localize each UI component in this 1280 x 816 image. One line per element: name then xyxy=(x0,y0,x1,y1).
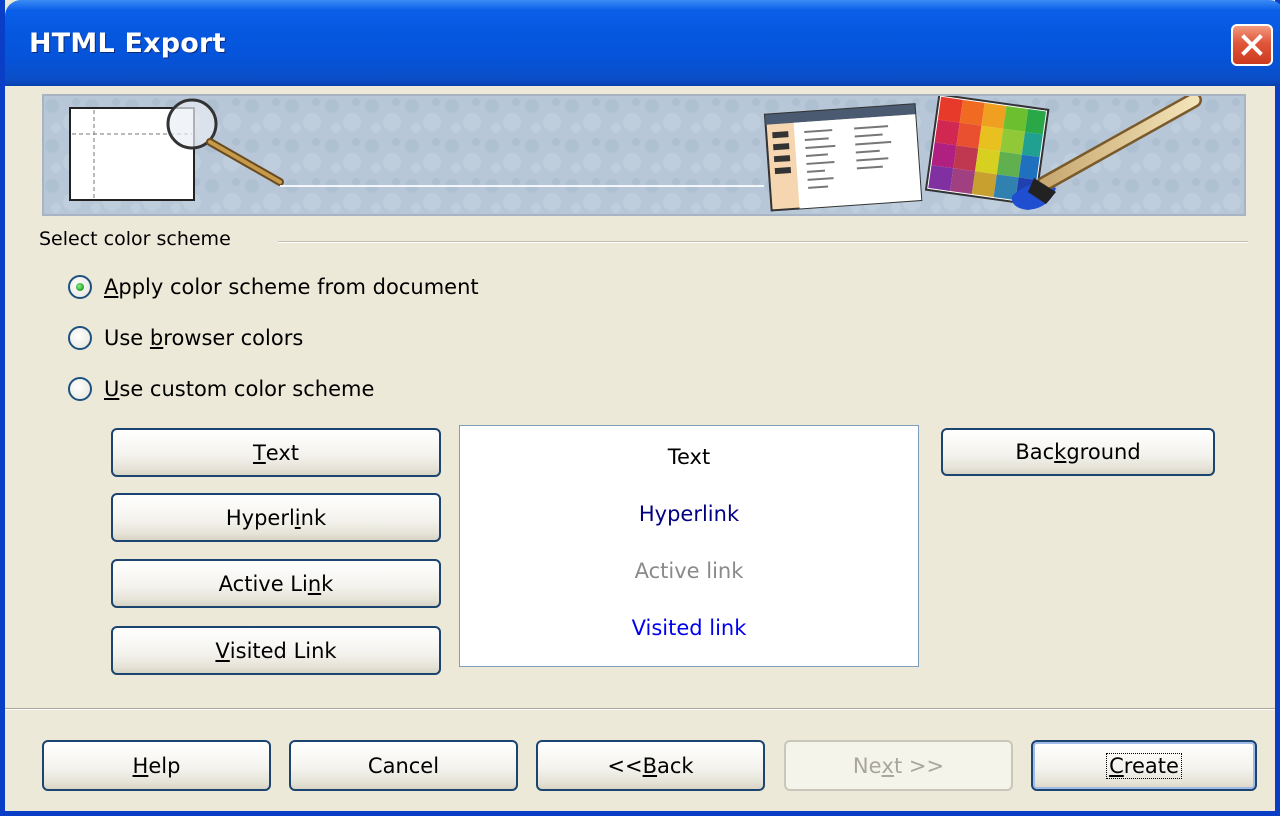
window-title: HTML Export xyxy=(29,28,226,59)
help-button[interactable]: Help xyxy=(42,740,271,791)
visited-link-color-button[interactable]: Visited Link xyxy=(111,626,441,675)
create-button[interactable]: Create xyxy=(1031,740,1257,791)
color-scheme-group-label: Select color scheme xyxy=(39,228,231,250)
radio-button-checked[interactable] xyxy=(68,275,92,299)
group-separator xyxy=(278,241,1248,243)
radio-apply-document-scheme[interactable]: Apply color scheme from document xyxy=(68,271,479,303)
focus-indicator: Create xyxy=(1106,752,1182,779)
radio-use-browser-colors[interactable]: Use browser colors xyxy=(68,322,303,354)
radio-button[interactable] xyxy=(68,377,92,401)
preview-active-link-sample: Active link xyxy=(634,559,744,583)
back-button[interactable]: << Back xyxy=(536,740,765,791)
background-color-button[interactable]: Bac k ground xyxy=(941,428,1215,476)
radio-label: Use custom color scheme xyxy=(104,377,375,401)
dialog-content: Select color scheme Apply color scheme f… xyxy=(5,86,1275,811)
text-color-button[interactable]: Text xyxy=(111,428,441,477)
radio-label: Apply color scheme from document xyxy=(104,275,479,299)
preview-text-sample: Text xyxy=(667,445,711,469)
next-button[interactable]: Ne x t >> xyxy=(784,740,1013,791)
preview-visited-link-sample: Visited link xyxy=(631,616,747,640)
preview-hyperlink-sample: Hyperlink xyxy=(638,502,740,526)
color-preview-box: Text Hyperlink Active link Visited link xyxy=(459,425,919,667)
radio-use-custom-scheme[interactable]: Use custom color scheme xyxy=(68,373,374,405)
radio-label: Use browser colors xyxy=(104,326,304,350)
active-link-color-button[interactable]: Active Li n k xyxy=(111,559,441,608)
close-icon xyxy=(1241,34,1263,56)
html-export-banner-image xyxy=(42,94,1246,216)
title-bar[interactable]: HTML Export xyxy=(5,0,1280,86)
hyperlink-color-button[interactable]: Hyperl i nk xyxy=(111,493,441,542)
radio-button[interactable] xyxy=(68,326,92,350)
close-button[interactable] xyxy=(1231,24,1273,66)
footer-separator xyxy=(5,708,1275,710)
cancel-button[interactable]: Cancel xyxy=(289,740,518,791)
